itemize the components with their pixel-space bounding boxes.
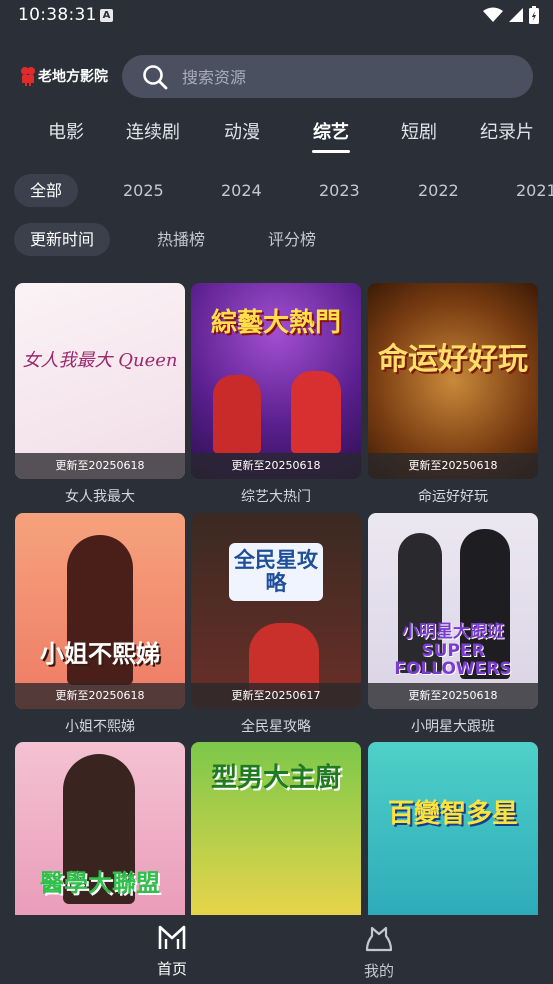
nav-profile-label: 我的 [363, 962, 394, 980]
wifi-icon [483, 7, 503, 22]
home-icon [158, 925, 186, 949]
poster-text: 小姐不熙娣 [40, 640, 160, 668]
sort-chip-rating[interactable]: 评分榜 [268, 223, 316, 256]
year-chip-2022[interactable]: 2022 [418, 174, 459, 207]
year-chip-2025[interactable]: 2025 [123, 174, 164, 207]
system-icons [483, 6, 539, 24]
poster-text: 小明星大跟班 SUPER FOLLOWERS [394, 622, 512, 680]
tab-anime[interactable]: 动漫 [224, 118, 260, 144]
nav-home[interactable]: 首页 [112, 915, 232, 979]
tab-variety[interactable]: 综艺 [313, 118, 349, 144]
battery-icon [529, 6, 539, 24]
poster-image[interactable]: 醫學大聯盟 [15, 742, 185, 938]
film-reel-icon [21, 67, 35, 86]
card-title[interactable]: 女人我最大 [15, 486, 185, 506]
poster-text: 醫學大聯盟 [40, 869, 160, 897]
card-title[interactable]: 命运好好玩 [368, 486, 538, 506]
app-name: 老地方影院 [38, 69, 108, 85]
update-badge: 更新至20250618 [15, 683, 185, 709]
card-title[interactable]: 全民星攻略 [191, 716, 361, 736]
poster-image[interactable]: 小姐不熙娣 更新至20250618 [15, 513, 185, 709]
sort-chip-update-time[interactable]: 更新时间 [14, 223, 111, 256]
poster-image[interactable]: 小明星大跟班 SUPER FOLLOWERS 更新至20250618 [368, 513, 538, 709]
poster-image[interactable]: 全民星攻略 更新至20250617 [191, 513, 361, 709]
poster-text: 女人我最大 Queen [22, 350, 178, 371]
poster-text: 綜藝大熱門 [210, 308, 341, 338]
search-icon[interactable] [142, 64, 168, 90]
poster-text: 百變智多星 [387, 799, 518, 829]
update-badge: 更新至20250618 [368, 683, 538, 709]
update-badge: 更新至20250618 [15, 453, 185, 479]
card-title[interactable]: 小姐不熙娣 [15, 716, 185, 736]
year-chip-2024[interactable]: 2024 [221, 174, 262, 207]
status-bar: 10:38:31 A [0, 0, 553, 32]
sort-filter: 更新时间 热播榜 评分榜 [0, 223, 553, 257]
search-bar[interactable] [122, 55, 533, 100]
year-chip-all[interactable]: 全部 [14, 174, 79, 207]
year-chip-2023[interactable]: 2023 [319, 174, 360, 207]
category-tabs: 电影 连续剧 动漫 综艺 短剧 纪录片 [0, 118, 553, 158]
poster-text: 命运好好玩 [378, 342, 528, 377]
poster-image[interactable]: 綜藝大熱門 更新至20250618 [191, 283, 361, 479]
poster-image[interactable]: 型男大主廚 [191, 742, 361, 938]
nav-profile[interactable]: 我的 [319, 915, 439, 981]
notification-badge-icon: A [100, 9, 113, 22]
poster-text: 全民星攻略 [229, 543, 323, 602]
status-time: 10:38:31 [18, 5, 97, 25]
poster-image[interactable]: 女人我最大 Queen 更新至20250618 [15, 283, 185, 479]
update-badge: 更新至20250617 [191, 683, 361, 709]
card-title[interactable]: 小明星大跟班 [368, 716, 538, 736]
signal-icon [509, 8, 523, 22]
profile-icon [365, 926, 393, 952]
update-badge: 更新至20250618 [191, 453, 361, 479]
tab-series[interactable]: 连续剧 [126, 118, 180, 144]
sort-chip-hot[interactable]: 热播榜 [157, 223, 205, 256]
active-tab-indicator [312, 150, 350, 153]
search-input[interactable] [180, 55, 514, 100]
tab-short-drama[interactable]: 短剧 [401, 118, 437, 144]
update-badge: 更新至20250618 [368, 453, 538, 479]
bottom-nav: 首页 我的 [0, 915, 553, 984]
tab-movies[interactable]: 电影 [48, 118, 84, 144]
tab-documentary[interactable]: 纪录片 [480, 118, 534, 144]
nav-home-label: 首页 [156, 960, 187, 978]
poster-image[interactable]: 命运好好玩 更新至20250618 [368, 283, 538, 479]
card-title[interactable]: 综艺大热门 [191, 486, 361, 506]
poster-image[interactable]: 百變智多星 [368, 742, 538, 938]
year-filter: 全部 2025 2024 2023 2022 2021 [0, 174, 553, 208]
year-chip-2021[interactable]: 2021 [516, 174, 553, 207]
app-logo: 老地方影院 [20, 66, 108, 86]
poster-text: 型男大主廚 [210, 763, 341, 793]
